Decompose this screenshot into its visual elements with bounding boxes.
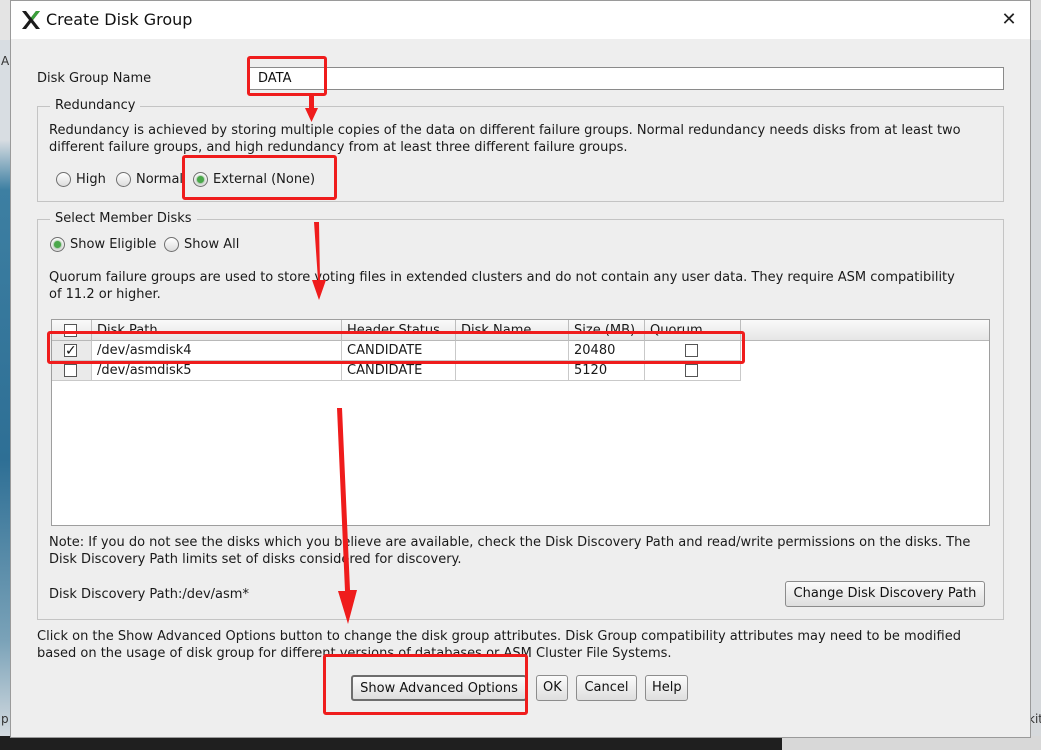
- size-cell: 5120: [569, 361, 645, 381]
- radio-indicator: [56, 172, 71, 187]
- background-window-right: [782, 736, 1041, 750]
- quorum-cell[interactable]: [645, 341, 741, 361]
- table-row[interactable]: /dev/asmdisk5 CANDIDATE 5120: [52, 361, 741, 381]
- advanced-note-line: Click on the Show Advanced Options butto…: [37, 629, 961, 644]
- radio-indicator: [116, 172, 131, 187]
- disk-table: Disk Path Header Status Disk Name Size (…: [51, 319, 990, 526]
- table-header: Disk Path Header Status Disk Name Size (…: [52, 320, 989, 341]
- header-status-cell: CANDIDATE: [342, 361, 456, 381]
- discovery-note-line: Disk Discovery Path limits set of disks …: [49, 552, 462, 567]
- column-header-header-status[interactable]: Header Status: [342, 320, 456, 341]
- row-select-cell[interactable]: [52, 361, 92, 381]
- disk-group-name-label: Disk Group Name: [37, 71, 152, 86]
- show-eligible-radio[interactable]: Show Eligible: [50, 237, 156, 252]
- radio-indicator: [193, 172, 208, 187]
- redundancy-external-radio[interactable]: External (None): [193, 172, 315, 187]
- quorum-checkbox[interactable]: [685, 344, 698, 357]
- disk-path-cell: /dev/asmdisk4: [92, 341, 342, 361]
- show-advanced-options-button[interactable]: Show Advanced Options: [351, 675, 527, 701]
- header-status-cell: CANDIDATE: [342, 341, 456, 361]
- background-edge-text: A: [1, 54, 10, 68]
- table-row[interactable]: /dev/asmdisk4 CANDIDATE 20480: [52, 341, 741, 361]
- disk-path-cell: /dev/asmdisk5: [92, 361, 342, 381]
- redundancy-description-line: Redundancy is achieved by storing multip…: [49, 123, 961, 138]
- radio-label: Normal: [136, 172, 184, 187]
- radio-label: Show All: [184, 237, 240, 252]
- select-all-checkbox[interactable]: [64, 324, 77, 337]
- row-select-checkbox[interactable]: [64, 364, 77, 377]
- size-cell: 20480: [569, 341, 645, 361]
- column-header-disk-name[interactable]: Disk Name: [456, 320, 569, 341]
- radio-label: High: [76, 172, 106, 187]
- radio-label: Show Eligible: [70, 237, 157, 252]
- change-discovery-path-button[interactable]: Change Disk Discovery Path: [785, 581, 985, 607]
- member-disks-legend: Select Member Disks: [50, 211, 197, 226]
- create-disk-group-dialog: Create Disk Group ✕ Disk Group Name Redu…: [10, 0, 1031, 738]
- quorum-checkbox[interactable]: [685, 364, 698, 377]
- show-all-radio[interactable]: Show All: [164, 237, 239, 252]
- disk-group-name-input[interactable]: [249, 67, 1004, 90]
- radio-indicator: [164, 237, 179, 252]
- oracle-x-icon: [22, 11, 40, 29]
- quorum-note: Quorum failure groups are used to store …: [49, 269, 955, 303]
- background-edge-text: p: [1, 712, 9, 726]
- cancel-button[interactable]: Cancel: [576, 675, 637, 701]
- redundancy-description-line: different failure groups, and high redun…: [49, 140, 628, 155]
- quorum-cell[interactable]: [645, 361, 741, 381]
- disk-name-cell[interactable]: [456, 341, 569, 361]
- dialog-title: Create Disk Group: [46, 10, 193, 29]
- redundancy-legend: Redundancy: [50, 98, 141, 113]
- advanced-options-note: Click on the Show Advanced Options butto…: [37, 628, 961, 662]
- radio-indicator: [50, 237, 65, 252]
- close-icon: ✕: [1001, 9, 1017, 30]
- redundancy-normal-radio[interactable]: Normal: [116, 172, 184, 187]
- discovery-path-text: Disk Discovery Path:/dev/asm*: [49, 587, 249, 602]
- quorum-note-line: Quorum failure groups are used to store …: [49, 270, 955, 285]
- disk-name-cell[interactable]: [456, 361, 569, 381]
- column-header-quorum[interactable]: Quorum: [645, 320, 741, 341]
- header-select-all[interactable]: [52, 320, 92, 341]
- radio-label: External (None): [213, 172, 316, 187]
- column-header-disk-path[interactable]: Disk Path: [92, 320, 342, 341]
- advanced-note-line: based on the usage of disk group for dif…: [37, 646, 672, 661]
- title-bar[interactable]: Create Disk Group ✕: [11, 1, 1030, 39]
- redundancy-description: Redundancy is achieved by storing multip…: [49, 122, 961, 156]
- discovery-note: Note: If you do not see the disks which …: [49, 534, 970, 568]
- redundancy-high-radio[interactable]: High: [56, 172, 106, 187]
- close-button[interactable]: ✕: [996, 7, 1022, 33]
- row-select-cell[interactable]: [52, 341, 92, 361]
- ok-button[interactable]: OK: [536, 675, 568, 701]
- row-select-checkbox[interactable]: [64, 341, 77, 360]
- column-header-size[interactable]: Size (MB): [569, 320, 645, 341]
- discovery-note-line: Note: If you do not see the disks which …: [49, 535, 971, 550]
- help-button[interactable]: Help: [645, 675, 688, 701]
- quorum-note-line: of 11.2 or higher.: [49, 287, 161, 302]
